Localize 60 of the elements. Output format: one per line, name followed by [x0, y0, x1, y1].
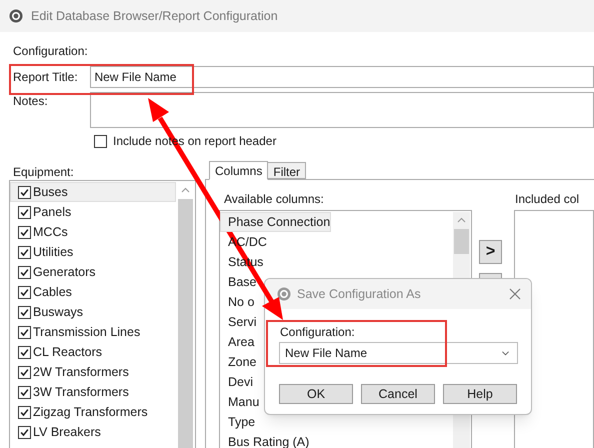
dialog-button[interactable]: Help	[443, 384, 517, 404]
column-item[interactable]: Manu	[220, 392, 260, 412]
close-icon[interactable]	[509, 288, 521, 300]
checkbox[interactable]	[18, 346, 31, 358]
column-item[interactable]: No o	[220, 292, 256, 312]
configuration-label: Configuration:	[13, 44, 89, 58]
dropdown-caret-icon[interactable]	[502, 350, 509, 356]
dialog-title: Save Configuration As	[297, 286, 421, 303]
equipment-item[interactable]: Utilities	[10, 242, 176, 262]
checkbox[interactable]	[18, 426, 31, 438]
column-item[interactable]: Base	[220, 272, 258, 292]
tab[interactable]: Filter	[268, 162, 306, 179]
checkbox[interactable]	[18, 306, 31, 318]
column-item[interactable]: Area	[220, 332, 256, 352]
scrollbar-thumb[interactable]	[178, 199, 193, 448]
checkbox[interactable]	[18, 206, 31, 218]
field-label: Notes:	[12, 93, 49, 106]
column-item[interactable]: Servi	[220, 312, 258, 332]
add-column-button[interactable]: >	[479, 240, 502, 264]
configuration-combobox[interactable]: New File Name	[279, 342, 518, 364]
checkbox[interactable]	[18, 226, 31, 238]
dialog-button[interactable]: Cancel	[361, 384, 435, 404]
equipment-item[interactable]: Buses	[10, 182, 176, 202]
tab[interactable]: Columns	[209, 161, 268, 180]
equipment-item[interactable]: CL Reactors	[10, 342, 176, 362]
dialog-button[interactable]: OK	[279, 384, 353, 404]
checkbox[interactable]	[18, 246, 31, 258]
column-item[interactable]: Zone	[220, 352, 258, 372]
checkbox[interactable]	[18, 406, 31, 418]
configuration-label: Configuration:	[279, 325, 356, 339]
equipment-item[interactable]: 3W Transformers	[10, 382, 176, 402]
equipment-item[interactable]: Transmission Lines	[10, 322, 176, 342]
equipment-item[interactable]: LV Breakers	[10, 422, 176, 442]
column-item[interactable]: Type	[220, 412, 256, 432]
report-title-field[interactable]: New File Name	[90, 66, 594, 88]
app-logo-icon	[9, 9, 23, 23]
checkbox[interactable]	[18, 386, 31, 398]
checkbox[interactable]	[18, 366, 31, 378]
window-title: Edit Database Browser/Report Configuration	[31, 8, 278, 25]
checkbox[interactable]	[18, 326, 31, 338]
equipment-item[interactable]: Generators	[10, 262, 176, 282]
column-item[interactable]: Devi	[220, 372, 254, 392]
equipment-item[interactable]: Panels	[10, 202, 176, 222]
notes-field[interactable]	[90, 92, 594, 128]
equipment-label: Equipment:	[13, 165, 75, 179]
equipment-item[interactable]: Cables	[10, 282, 176, 302]
checkbox[interactable]	[18, 186, 31, 198]
checkbox[interactable]	[94, 134, 107, 148]
equipment-item[interactable]: Zigzag Transformers	[10, 402, 176, 422]
checkbox[interactable]	[18, 266, 31, 278]
equipment-item[interactable]: Busways	[10, 302, 176, 322]
checkbox[interactable]	[18, 286, 31, 298]
equipment-item[interactable]: MCCs	[10, 222, 176, 242]
equipment-item[interactable]: 2W Transformers	[10, 362, 176, 382]
field-label: Report Title:	[12, 69, 79, 86]
scrollbar-thumb[interactable]	[454, 229, 469, 254]
included-columns-label: Included col	[514, 192, 580, 206]
available-columns-label: Available columns:	[223, 192, 325, 206]
column-item[interactable]: Phase Connection	[220, 212, 332, 232]
app-logo-icon	[277, 287, 291, 301]
